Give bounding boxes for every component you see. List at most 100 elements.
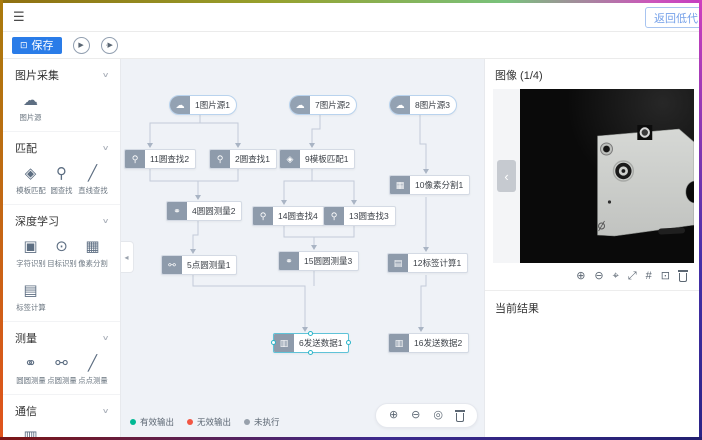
flow-node-label: 11圆查找2 <box>145 153 195 165</box>
sidebar-section-header[interactable]: 通信∨ <box>15 403 108 419</box>
circle-find-icon: ⚲ <box>253 207 273 225</box>
sidebar-item[interactable]: ☁图片源 <box>15 92 46 123</box>
menu-icon[interactable]: ☰ <box>13 9 25 25</box>
save-button[interactable]: ⊡ 保存 <box>12 37 62 54</box>
point-circle-measure-icon: ⚯ <box>162 256 182 274</box>
flow-node-4[interactable]: ⚭4圆圆测量2 <box>166 201 242 221</box>
screen-border-top <box>0 0 702 3</box>
image-viewer: ‹ <box>493 89 694 263</box>
toolbar: ⊡ 保存 ▶ ·▶ <box>3 32 699 59</box>
status-legend: 有效输出无效输出未执行 <box>130 416 280 428</box>
back-to-lowcode-button[interactable]: 返回低代 <box>645 7 702 28</box>
fit-icon[interactable]: ⊡ <box>661 271 670 282</box>
image-source-icon: ☁ <box>290 96 310 114</box>
app-window: ☰ 返回低代 ⊡ 保存 ▶ ·▶ 图片采集∨☁图片源匹配∨◈模板匹配⚲圆查找╱直… <box>0 0 702 440</box>
flow-node-10[interactable]: ▦10像素分割1 <box>389 175 470 195</box>
circle-circle-measure-icon: ⚭ <box>15 355 46 373</box>
legend-dot <box>130 419 136 425</box>
trash-icon[interactable] <box>456 410 464 422</box>
sidebar-item-label: 圆圆测量 <box>16 375 45 385</box>
flow-node-6[interactable]: ▥6发送数据1 <box>273 333 349 353</box>
sidebar-item[interactable]: ⚭ 圆圆测量 <box>15 355 46 386</box>
image-source-icon: ☁ <box>170 96 190 114</box>
sidebar-item[interactable]: ▥ <box>15 428 46 437</box>
sidebar-item[interactable]: ◈模板匹配 <box>15 165 46 196</box>
legend-item: 有效输出 <box>130 416 174 428</box>
connection-handle[interactable] <box>308 331 313 336</box>
grid-icon[interactable]: # <box>646 271 652 282</box>
sidebar-item[interactable]: ⚯点圆测量 <box>46 355 77 386</box>
sidebar-section-title: 通信 <box>15 403 37 419</box>
send-data-icon: ▥ <box>389 334 409 352</box>
sidebar-item-label: 图片源 <box>16 112 45 122</box>
zoom-out-icon[interactable]: ⊖ <box>594 271 603 282</box>
label-calc-icon: ▤ <box>15 282 46 300</box>
flow-node-13[interactable]: ⚲13圆查找3 <box>323 206 396 226</box>
image-source-icon: ☁ <box>390 96 410 114</box>
save-label: 保存 <box>32 37 54 53</box>
main-area: 图片采集∨☁图片源匹配∨◈模板匹配⚲圆查找╱直线查找深度学习∨▣字符识别⊙目标识… <box>3 59 699 437</box>
flow-canvas[interactable]: ☁1图片源1☁7图片源2☁8图片源3⚲11圆查找2⚲2圆查找1◈9模板匹配1▦1… <box>121 59 484 437</box>
image-toolbar: ⊕ ⊖ ⌖ ⤢ # ⊡ <box>485 263 699 282</box>
flow-node-label: 6发送数据1 <box>294 337 348 349</box>
metal-plate <box>598 129 694 236</box>
sidebar-item[interactable]: ╱直线查找 <box>77 165 108 196</box>
flow-node-label: 10像素分割1 <box>410 179 469 191</box>
sidebar-section-4: 通信∨ ▥ <box>3 395 120 437</box>
zoom-in-icon[interactable]: ⊕ <box>389 410 398 421</box>
flow-node-2[interactable]: ⚲2圆查找1 <box>209 149 277 169</box>
flow-node-15[interactable]: ⚭15圆圆测量3 <box>278 251 359 271</box>
sidebar-item-label: 点点测量 <box>78 375 107 385</box>
flow-node-9[interactable]: ◈9模板匹配1 <box>279 149 355 169</box>
sidebar-section-header[interactable]: 测量 ∨ <box>15 330 108 346</box>
chevron-down-icon: ∨ <box>102 334 110 342</box>
sidebar-item[interactable]: ▦像素分割 <box>77 238 108 269</box>
sidebar-item-label: 字符识别 <box>16 258 45 268</box>
sidebar-section-header[interactable]: 匹配∨ <box>15 140 108 156</box>
flow-node-label: 12标签计算1 <box>408 257 467 269</box>
connection-handle[interactable] <box>271 340 276 345</box>
pixel-segment-icon: ▦ <box>390 176 410 194</box>
flow-node-1[interactable]: ☁1图片源1 <box>169 95 237 115</box>
zoom-out-icon[interactable]: ⊖ <box>411 410 420 421</box>
trash-icon[interactable] <box>679 270 687 282</box>
sidebar-item[interactable]: ⊙目标识别 <box>46 238 77 269</box>
flow-node-5[interactable]: ⚯5点圆测量1 <box>161 255 237 275</box>
flow-node-8[interactable]: ☁8图片源3 <box>389 95 457 115</box>
chevron-down-icon: ∨ <box>102 217 110 225</box>
flow-node-14[interactable]: ⚲14圆查找4 <box>252 206 325 226</box>
circle-find-icon: ⚲ <box>324 207 344 225</box>
sidebar-item[interactable]: ⚲圆查找 <box>46 165 77 196</box>
run-step-button[interactable]: ·▶ <box>101 37 118 54</box>
sidebar-item[interactable]: ╱ 点点测量 <box>77 355 108 386</box>
flow-node-label: 5点圆测量1 <box>182 259 236 271</box>
run-button[interactable]: ▶ <box>73 37 90 54</box>
point-point-measure-icon: ╱ <box>77 355 108 373</box>
sidebar-item[interactable]: ▤标签计算 <box>15 282 46 313</box>
flow-node-label: 7图片源2 <box>310 99 356 111</box>
fullscreen-icon[interactable]: ⤢ <box>628 271 637 282</box>
locate-icon[interactable]: ◎ <box>433 410 443 421</box>
sidebar-item[interactable]: ▣字符识别 <box>15 238 46 269</box>
circle-circle-measure-icon: ⚭ <box>279 252 299 270</box>
point-circle-measure-icon: ⚯ <box>46 355 77 373</box>
image-box[interactable] <box>520 89 694 263</box>
crosshair-icon[interactable]: ⌖ <box>613 271 619 282</box>
prev-image-button[interactable]: ‹ <box>497 160 516 192</box>
image-nav-strip: ‹ <box>493 89 520 263</box>
sidebar-section-title: 测量 <box>15 330 37 346</box>
zoom-in-icon[interactable]: ⊕ <box>576 271 585 282</box>
sidebar-section-title: 图片采集 <box>15 67 59 83</box>
flow-node-7[interactable]: ☁7图片源2 <box>289 95 357 115</box>
flow-node-label: 13圆查找3 <box>344 210 395 222</box>
flow-node-11[interactable]: ⚲11圆查找2 <box>124 149 196 169</box>
flow-node-12[interactable]: ▤12标签计算1 <box>387 253 468 273</box>
sidebar-section-header[interactable]: 图片采集∨ <box>15 67 108 83</box>
sidebar-item-label: 圆查找 <box>47 185 76 195</box>
legend-item: 未执行 <box>244 416 280 428</box>
legend-dot <box>244 419 250 425</box>
flow-node-16[interactable]: ▥16发送数据2 <box>388 333 469 353</box>
flow-edges <box>121 59 484 437</box>
sidebar-section-header[interactable]: 深度学习∨ <box>15 213 108 229</box>
sidebar-collapse-handle[interactable]: ◂ <box>121 241 134 273</box>
